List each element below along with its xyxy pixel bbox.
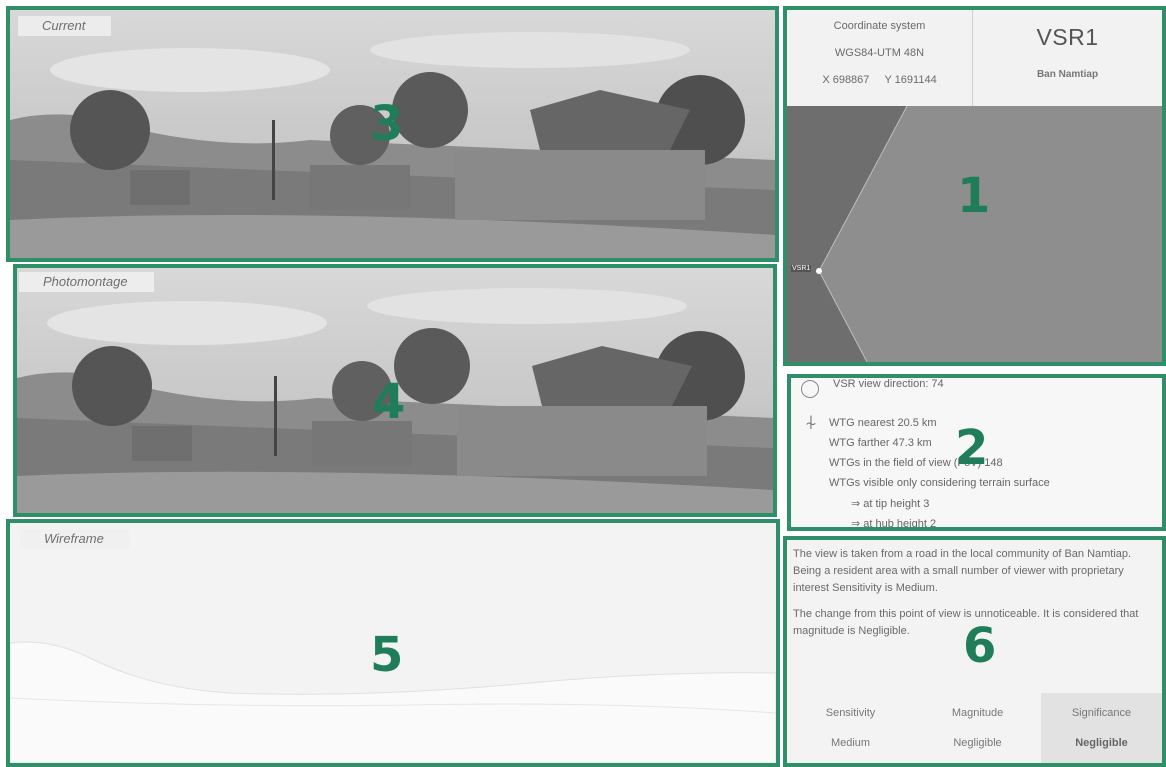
viewpoint-box: VSR1 Ban Namtiap (973, 10, 1162, 106)
turbine-stats-panel: VSR view direction: 74 ⍭ WTG nearest 20.… (787, 374, 1166, 531)
panel-number-5: 5 (370, 627, 404, 683)
current-photo-panel: Current 3 (6, 6, 779, 262)
sensitivity-column: Sensitivity Medium (787, 693, 914, 763)
wtg-tip-height: ⇒ at tip height 3 (851, 498, 930, 510)
magnitude-column: Magnitude Negligible (914, 693, 1041, 763)
wireframe-panel: Wireframe 5 (6, 519, 780, 767)
map-viewpoint-tag: VSR1 (791, 265, 812, 272)
wtg-visible-terrain: WTGs visible only considering terrain su… (829, 477, 1050, 489)
coordinate-x: X 698867 (822, 74, 870, 86)
magnitude-value: Negligible (953, 737, 1002, 749)
photomontage-panel: Photomontage 4 (13, 264, 777, 517)
coordinate-xy: X 698867 Y 1691144 (787, 74, 972, 86)
assessment-paragraph-1: The view is taken from a road in the loc… (793, 548, 1132, 595)
panel-number-4: 4 (372, 374, 406, 430)
wireframe-label: Wireframe (20, 529, 130, 549)
viewpoint-id: VSR1 (1036, 24, 1099, 50)
location-map-panel: Coordinate system WGS84-UTM 48N X 698867… (783, 6, 1166, 366)
panel-number-3: 3 (370, 96, 404, 152)
field-of-view-map (787, 105, 1162, 362)
panel-number-2: 2 (955, 420, 989, 476)
coordinate-box: Coordinate system WGS84-UTM 48N X 698867… (787, 10, 973, 106)
map-view: VSR1 (787, 105, 1162, 362)
significance-value: Negligible (1075, 737, 1128, 749)
coordinate-system-value: WGS84-UTM 48N (834, 47, 925, 59)
sensitivity-value: Medium (830, 737, 871, 749)
coordinate-y: Y 1691144 (884, 74, 937, 86)
significance-header: Significance (1071, 707, 1132, 719)
viewpoint-name: Ban Namtiap (1036, 69, 1099, 80)
assessment-panel: The view is taken from a road in the loc… (783, 536, 1166, 767)
panel-number-1: 1 (957, 168, 991, 224)
compass-icon (801, 380, 819, 398)
photomontage-label: Photomontage (19, 272, 154, 292)
wtg-hub-height: ⇒ at hub height 2 (851, 518, 937, 530)
current-label: Current (18, 16, 112, 36)
sensitivity-header: Sensitivity (825, 707, 876, 719)
wind-turbine-icon: ⍭ (805, 412, 817, 434)
wtg-nearest: WTG nearest 20.5 km (829, 417, 937, 429)
magnitude-header: Magnitude (951, 707, 1004, 719)
view-direction: VSR view direction: 74 (833, 378, 944, 390)
coordinate-system-title: Coordinate system (833, 20, 926, 32)
rating-table: Sensitivity Medium Magnitude Negligible … (787, 693, 1162, 763)
significance-column: Significance Negligible (1041, 693, 1162, 763)
wtg-farther: WTG farther 47.3 km (829, 437, 932, 449)
panel-number-6: 6 (963, 618, 997, 674)
